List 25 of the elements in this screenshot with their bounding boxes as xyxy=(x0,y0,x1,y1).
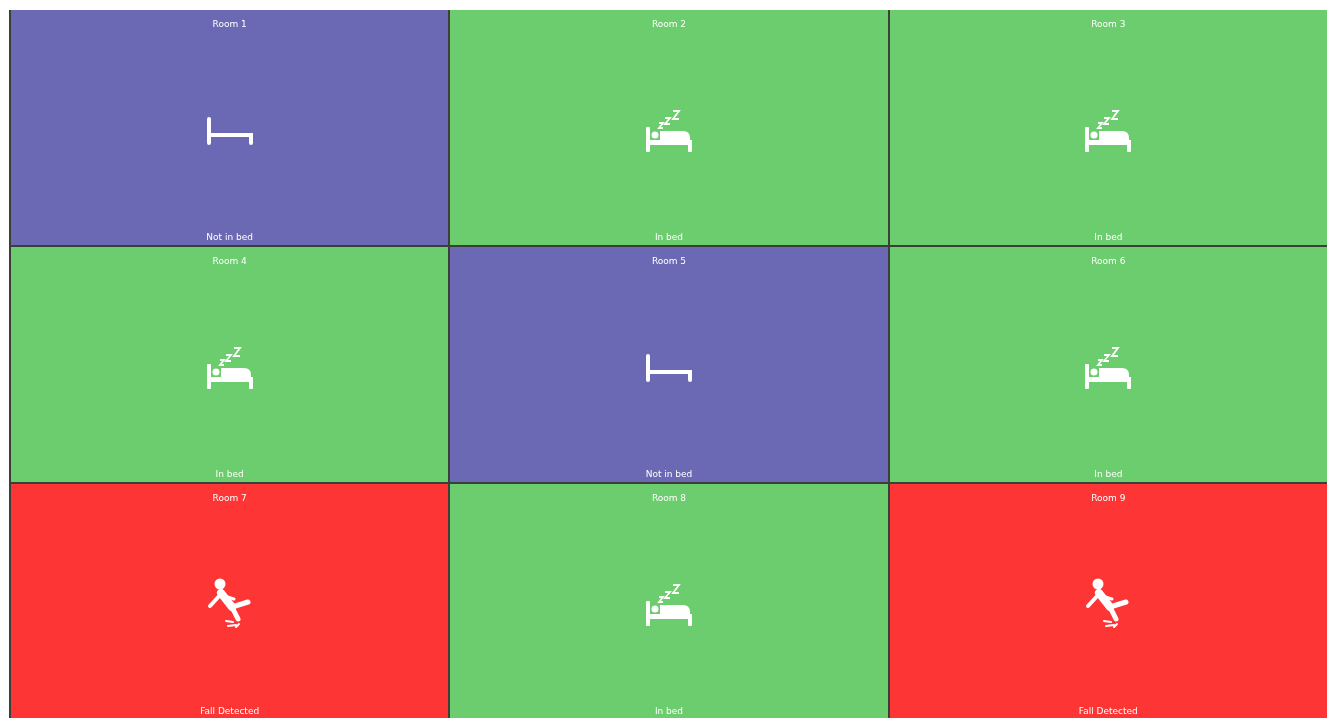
empty-bed-icon xyxy=(206,116,253,145)
bed-status: Not in bed xyxy=(645,469,693,479)
room-title: Room 5 xyxy=(651,256,687,266)
sleeping-bed-icon xyxy=(645,108,693,153)
bed-status: In bed xyxy=(654,232,684,242)
bed-status: Fall Detected xyxy=(200,706,260,716)
room-title: Room 7 xyxy=(212,493,247,503)
sleeping-bed-icon xyxy=(205,345,254,390)
sleeping-bed-icon xyxy=(1084,345,1133,390)
sleeping-bed-icon xyxy=(645,582,693,627)
bed-status: In bed xyxy=(1094,469,1123,479)
empty-bed-icon xyxy=(646,353,692,382)
sleeping-bed-icon xyxy=(1084,108,1133,153)
room-title: Room 8 xyxy=(651,493,687,503)
room-title: Room 4 xyxy=(212,256,247,266)
bed-status: In bed xyxy=(1094,232,1123,242)
room-title: Room 3 xyxy=(1091,19,1126,29)
room-title: Room 6 xyxy=(1091,256,1126,266)
bed-status: Fall Detected xyxy=(1078,706,1138,716)
room-title: Room 9 xyxy=(1091,493,1126,503)
room-title: Room 1 xyxy=(212,19,247,29)
room-title: Room 2 xyxy=(651,19,687,29)
bed-status: In bed xyxy=(654,706,684,716)
bed-status: Not in bed xyxy=(206,232,253,242)
bed-status: In bed xyxy=(215,469,244,479)
